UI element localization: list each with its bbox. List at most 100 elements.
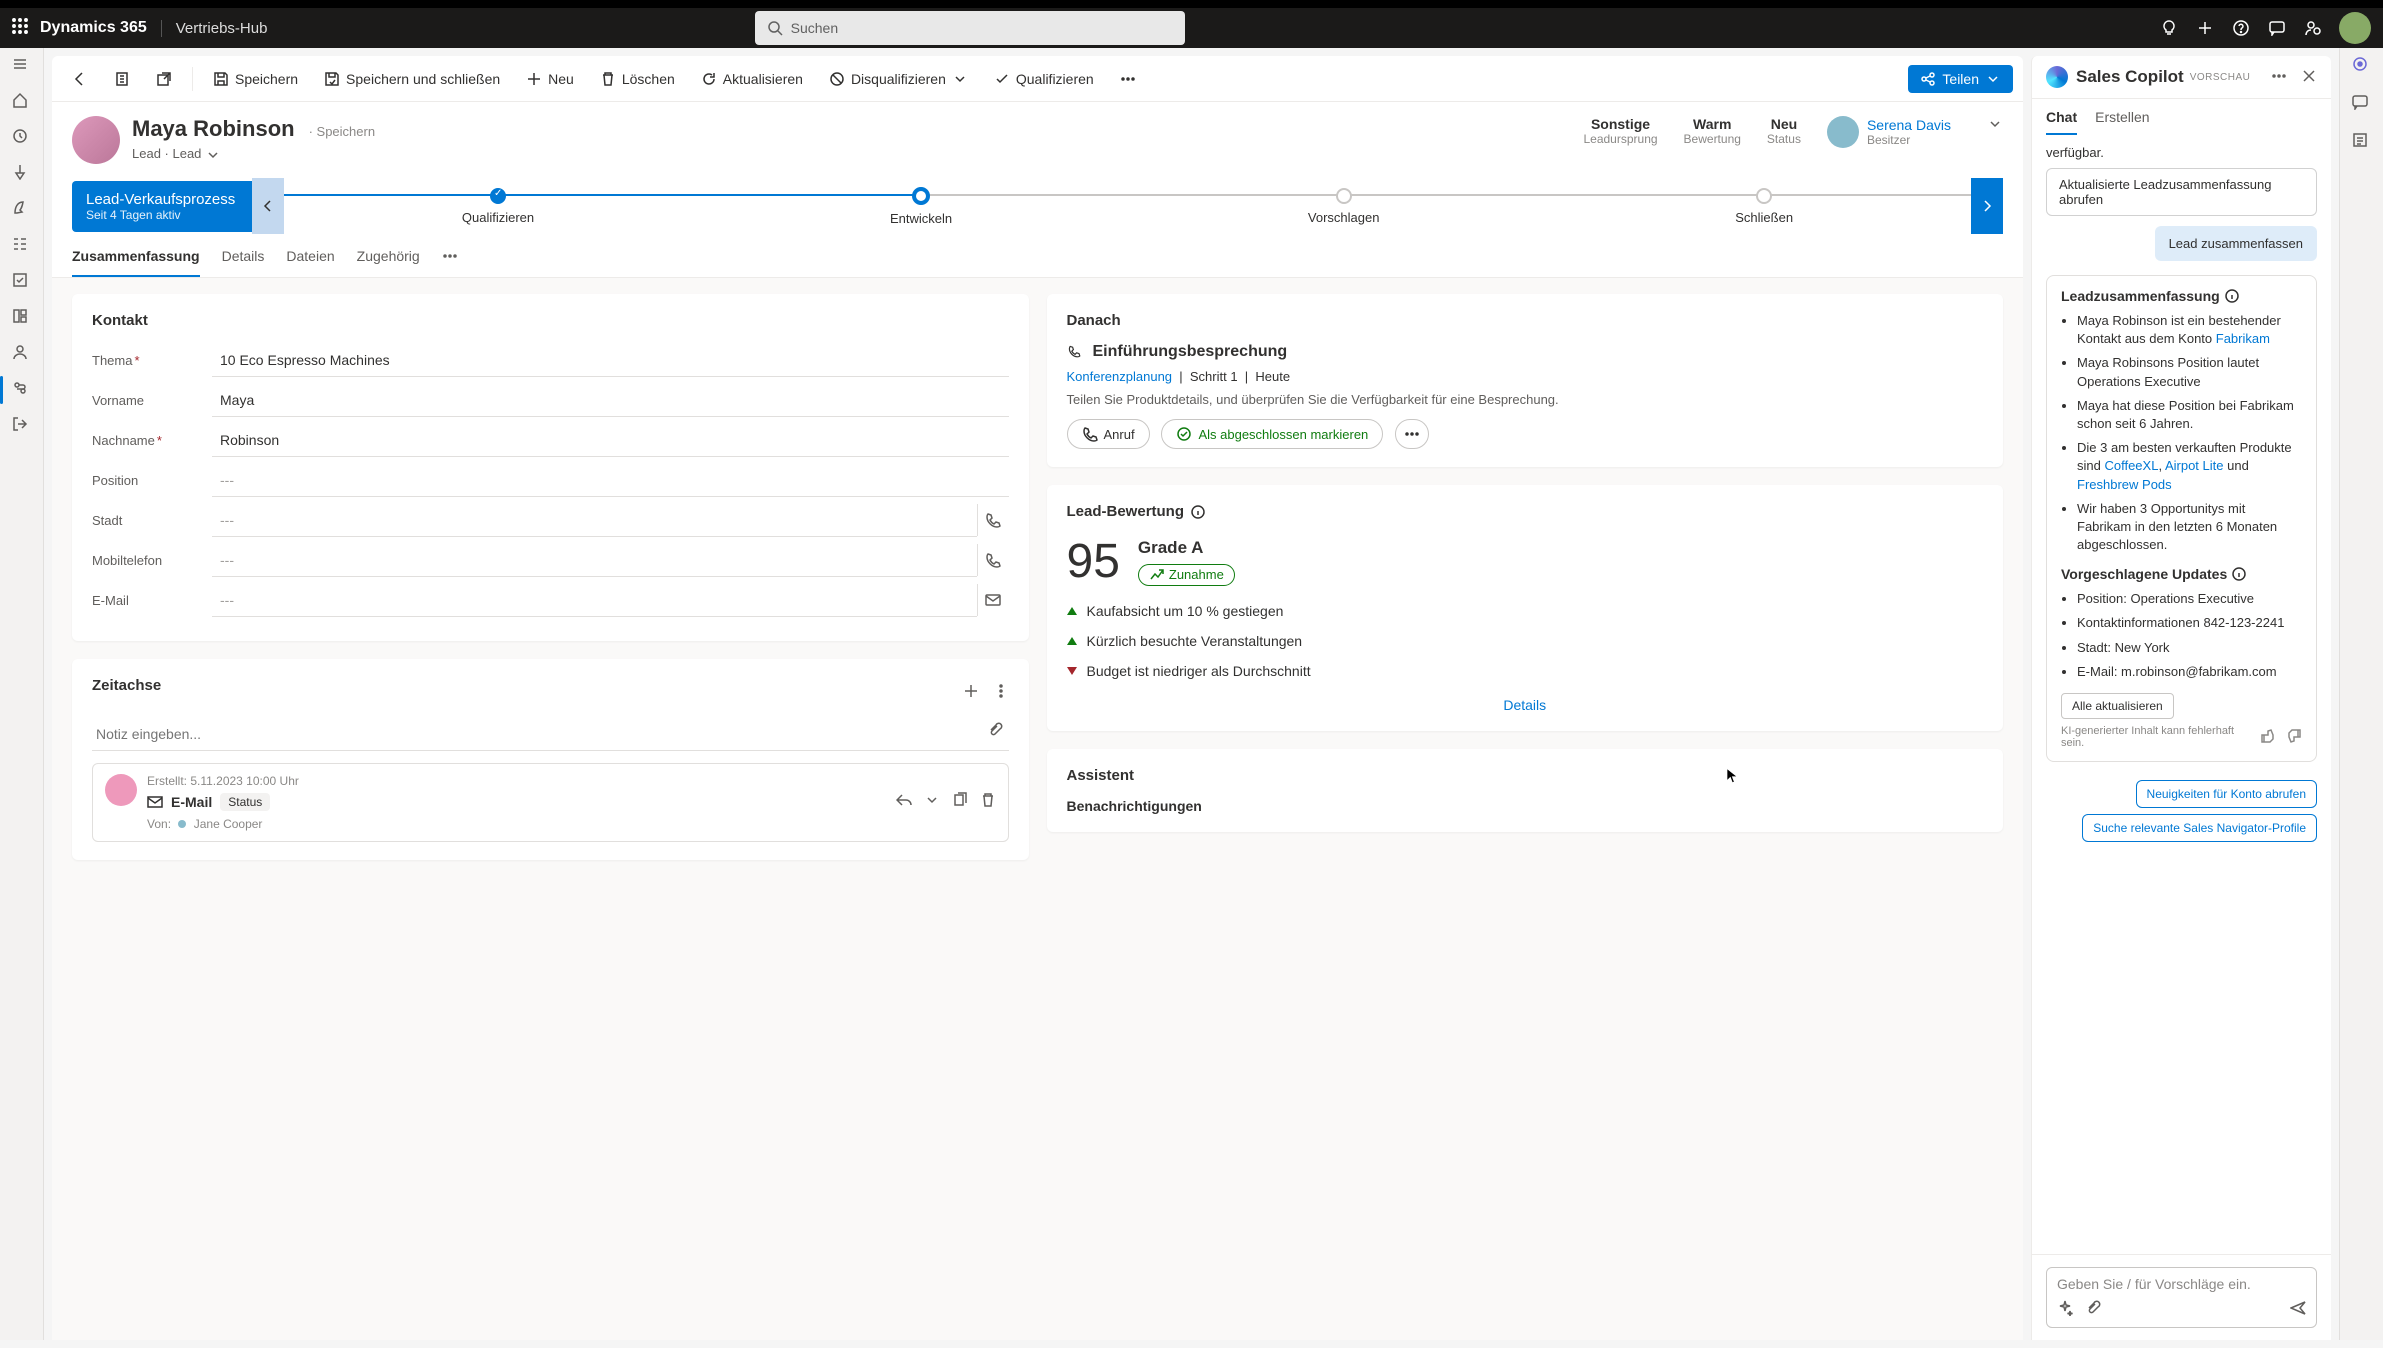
reply-icon[interactable] xyxy=(896,792,912,811)
bpf-stage-propose[interactable]: Vorschlagen xyxy=(1308,188,1380,225)
disqualify-button[interactable]: Disqualifizieren xyxy=(819,65,978,93)
bpf-label[interactable]: Lead-Verkaufsprozess Seit 4 Tagen aktiv xyxy=(72,181,252,232)
mail-icon[interactable] xyxy=(977,584,1009,616)
tab-related[interactable]: Zugehörig xyxy=(357,248,420,277)
copilot-close-button[interactable] xyxy=(2301,68,2317,87)
copy-icon[interactable] xyxy=(952,792,968,811)
copilot-tab-chat[interactable]: Chat xyxy=(2046,109,2077,135)
teams-chat-rail-icon[interactable] xyxy=(2352,94,2372,114)
tasks-icon[interactable] xyxy=(12,236,32,256)
global-search[interactable]: Suchen xyxy=(755,11,1185,45)
user-avatar[interactable] xyxy=(2339,12,2371,44)
sparkle-icon[interactable] xyxy=(2057,1300,2073,1319)
hub-label[interactable]: Vertriebs-Hub xyxy=(161,20,268,37)
person-settings-icon[interactable] xyxy=(2303,18,2323,38)
accelerator-icon[interactable] xyxy=(12,200,32,220)
phone-icon[interactable] xyxy=(977,504,1009,536)
send-icon[interactable] xyxy=(2290,1300,2306,1319)
refresh-button[interactable]: Aktualisieren xyxy=(691,65,813,93)
search-placeholder: Suchen xyxy=(791,20,838,36)
mail-icon xyxy=(147,794,163,810)
expand-icon[interactable] xyxy=(924,792,940,811)
field-firstname[interactable]: Vorname Maya xyxy=(92,383,1009,417)
bpf-prev-button[interactable] xyxy=(252,178,284,234)
delete-button[interactable]: Löschen xyxy=(590,65,685,93)
timeline-add-button[interactable] xyxy=(963,683,979,702)
bpf-stage-develop[interactable]: Entwickeln xyxy=(890,187,952,226)
lightbulb-icon[interactable] xyxy=(2159,18,2179,38)
mark-complete-button[interactable]: Als abgeschlossen markieren xyxy=(1161,419,1383,449)
field-topic[interactable]: Thema* 10 Eco Espresso Machines xyxy=(92,343,1009,377)
lead-score-card: Lead-Bewertung 95 Grade A Zunahme Kaufab… xyxy=(1047,485,2004,731)
link-product[interactable]: CoffeeXL xyxy=(2104,458,2158,473)
field-lastname[interactable]: Nachname* Robinson xyxy=(92,423,1009,457)
add-icon[interactable] xyxy=(2195,18,2215,38)
contacts-icon[interactable] xyxy=(12,344,32,364)
link-fabrikam[interactable]: Fabrikam xyxy=(2216,331,2270,346)
qualify-button[interactable]: Qualifizieren xyxy=(984,65,1104,93)
copilot-tab-create[interactable]: Erstellen xyxy=(2095,109,2149,135)
agenda-rail-icon[interactable] xyxy=(2352,132,2372,152)
share-button[interactable]: Teilen xyxy=(1908,65,2013,93)
exit-icon[interactable] xyxy=(12,416,32,436)
phone-icon[interactable] xyxy=(977,544,1009,576)
recent-icon[interactable] xyxy=(12,128,32,148)
tab-summary[interactable]: Zusammenfassung xyxy=(72,248,200,277)
thumbs-up-icon[interactable] xyxy=(2260,728,2276,747)
timeline-note-input[interactable] xyxy=(92,718,1009,751)
header-expand-icon[interactable] xyxy=(1987,116,2003,135)
field-position[interactable]: Position --- xyxy=(92,463,1009,497)
delete-icon[interactable] xyxy=(980,792,996,811)
tab-overflow[interactable] xyxy=(442,248,458,277)
score-details-link[interactable]: Details xyxy=(1067,697,1984,713)
save-button[interactable]: Speichern xyxy=(203,65,308,93)
link-product[interactable]: Airpot Lite xyxy=(2165,458,2224,473)
bpf-stage-qualify[interactable]: Qualifizieren xyxy=(462,188,534,225)
field-mobile[interactable]: Mobiltelefon --- xyxy=(92,543,1009,577)
hamburger-icon[interactable] xyxy=(12,56,32,76)
thumbs-down-icon[interactable] xyxy=(2286,728,2302,747)
field-city[interactable]: Stadt --- xyxy=(92,503,1009,537)
copilot-suggestion-refresh-summary[interactable]: Aktualisierte Leadzusammenfassung abrufe… xyxy=(2046,168,2317,216)
copilot-rail-icon[interactable] xyxy=(2352,56,2372,76)
app-launcher-icon[interactable] xyxy=(12,18,28,39)
copilot-more-button[interactable] xyxy=(2271,68,2287,87)
timeline-more-button[interactable] xyxy=(993,683,1009,702)
up-next-link[interactable]: Konferenzplanung xyxy=(1067,369,1173,384)
owner-lookup[interactable]: Serena DavisBesitzer xyxy=(1827,116,1951,148)
copilot-user-message: Lead zusammenfassen xyxy=(2155,226,2317,261)
save-close-button[interactable]: Speichern und schließen xyxy=(314,65,510,93)
record-header: Maya Robinson · Speichern Lead · Lead So… xyxy=(52,102,2023,164)
tab-details[interactable]: Details xyxy=(222,248,265,277)
call-button[interactable]: Anruf xyxy=(1067,419,1150,449)
open-new-window-button[interactable] xyxy=(146,65,182,93)
up-next-more-button[interactable] xyxy=(1395,419,1429,449)
form-selector-button[interactable] xyxy=(104,65,140,93)
chat-icon[interactable] xyxy=(2267,18,2287,38)
link-product[interactable]: Freshbrew Pods xyxy=(2077,477,2172,492)
home-icon[interactable] xyxy=(12,92,32,112)
bpf-stage-close[interactable]: Schließen xyxy=(1735,188,1793,225)
pinned-icon[interactable] xyxy=(12,164,32,184)
copilot-suggestion-account-news[interactable]: Neuigkeiten für Konto abrufen xyxy=(2136,780,2317,808)
timeline-item[interactable]: Erstellt: 5.11.2023 10:00 Uhr E-Mail Sta… xyxy=(92,763,1009,842)
back-button[interactable] xyxy=(62,65,98,93)
leads-icon[interactable] xyxy=(12,380,32,400)
tab-files[interactable]: Dateien xyxy=(286,248,334,277)
new-button[interactable]: Neu xyxy=(516,65,584,93)
info-icon[interactable] xyxy=(2224,288,2240,304)
info-icon[interactable] xyxy=(1190,504,1206,520)
help-icon[interactable] xyxy=(2231,18,2251,38)
bpf-next-button[interactable] xyxy=(1971,178,2003,234)
info-icon[interactable] xyxy=(2231,566,2247,582)
attachment-icon[interactable] xyxy=(987,722,1003,741)
copilot-input[interactable]: Geben Sie / für Vorschläge ein. xyxy=(2046,1267,2317,1328)
dashboards-icon[interactable] xyxy=(12,308,32,328)
copilot-suggestion-sales-navigator[interactable]: Suche relevante Sales Navigator-Profile xyxy=(2082,814,2317,842)
form-picker[interactable]: Lead xyxy=(172,146,221,161)
attachment-icon[interactable] xyxy=(2085,1300,2101,1319)
update-all-button[interactable]: Alle aktualisieren xyxy=(2061,693,2174,719)
field-email[interactable]: E-Mail --- xyxy=(92,583,1009,617)
activities-icon[interactable] xyxy=(12,272,32,292)
more-commands-button[interactable] xyxy=(1110,65,1146,93)
